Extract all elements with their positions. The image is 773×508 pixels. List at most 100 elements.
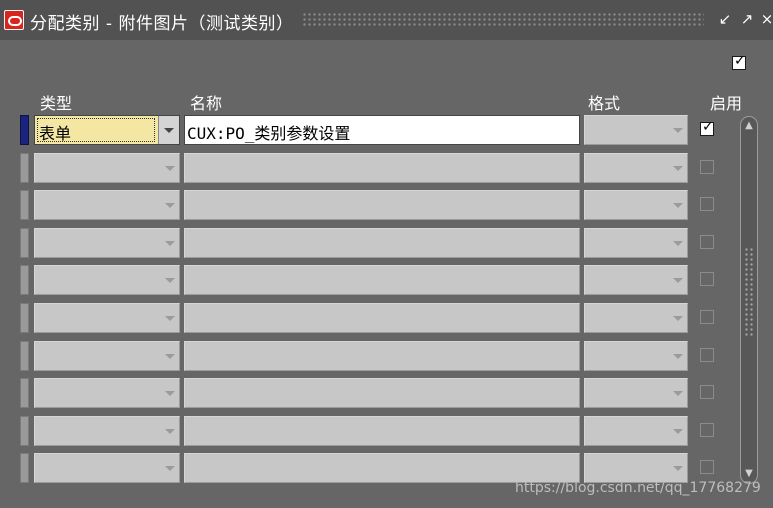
name-input[interactable] [184, 453, 580, 484]
row-indicator[interactable] [20, 303, 29, 333]
title-drag-area[interactable] [302, 12, 704, 26]
name-input[interactable] [184, 152, 580, 183]
table-row [0, 302, 773, 337]
chevron-down-icon [165, 466, 175, 472]
format-select[interactable] [584, 453, 688, 484]
chevron-down-icon [673, 466, 683, 472]
maximize-icon[interactable]: ↗ [738, 10, 756, 28]
row-indicator[interactable] [20, 340, 29, 371]
enabled-checkbox[interactable] [700, 460, 714, 475]
chevron-down-icon [673, 128, 683, 133]
chevron-down-icon [164, 128, 174, 133]
format-select[interactable] [584, 115, 688, 145]
format-select[interactable] [584, 227, 688, 258]
type-select[interactable] [34, 415, 180, 446]
dropdown-button[interactable] [158, 116, 179, 144]
enabled-checkbox[interactable] [700, 347, 714, 362]
type-select[interactable] [34, 265, 180, 296]
row-indicator[interactable] [20, 415, 29, 446]
name-input[interactable] [184, 415, 580, 446]
type-select[interactable] [34, 340, 180, 371]
format-select[interactable] [584, 265, 688, 296]
format-select[interactable] [584, 190, 688, 221]
table-row [0, 152, 773, 187]
vertical-scrollbar[interactable]: ▲ ▼ [740, 116, 758, 484]
check-mark-icon: ✓ [702, 119, 714, 135]
enabled-checkbox[interactable] [700, 422, 714, 437]
window-title: 分配类别 - 附件图片（测试类别） [30, 14, 294, 34]
table-row [0, 227, 773, 262]
chevron-down-icon [165, 316, 175, 321]
column-header-format: 格式 [588, 94, 621, 113]
check-mark-icon: ✓ [734, 53, 746, 69]
chevron-down-icon [165, 203, 175, 209]
minimize-icon[interactable]: ↙ [716, 10, 734, 28]
table-row [0, 377, 773, 412]
format-select[interactable] [584, 378, 688, 409]
oracle-logo-icon [4, 10, 24, 30]
name-input[interactable] [184, 265, 580, 296]
name-input[interactable] [184, 340, 580, 371]
row-indicator[interactable] [20, 265, 29, 296]
format-select[interactable] [584, 415, 688, 446]
enabled-checkbox[interactable]: ✓ [700, 119, 714, 136]
scroll-up-arrow-icon[interactable]: ▲ [742, 119, 756, 133]
type-select[interactable] [34, 378, 180, 409]
chevron-down-icon [673, 391, 683, 397]
chevron-down-icon [673, 278, 683, 284]
name-input[interactable]: CUX:PO_类别参数设置 [184, 115, 580, 145]
column-header-type: 类型 [40, 94, 73, 113]
chevron-down-icon [165, 240, 175, 246]
name-input[interactable] [184, 227, 580, 258]
table-row: 表单 CUX:PO_类别参数设置 ✓ [0, 114, 773, 149]
chevron-down-icon [673, 240, 683, 246]
watermark-text: https://blog.csdn.net/qq_17768279 [515, 480, 761, 496]
row-indicator[interactable] [20, 227, 29, 258]
window-checkbox[interactable]: ✓ [732, 53, 746, 70]
chevron-down-icon [673, 165, 683, 171]
column-header-enabled: 启用 [710, 94, 743, 113]
table-row [0, 189, 773, 224]
row-indicator[interactable] [20, 115, 29, 145]
enabled-checkbox[interactable] [700, 272, 714, 287]
enabled-checkbox[interactable] [700, 310, 714, 324]
enabled-checkbox[interactable] [700, 159, 714, 174]
row-indicator[interactable] [20, 453, 29, 484]
enabled-checkbox[interactable] [700, 385, 714, 400]
type-select[interactable] [34, 453, 180, 484]
name-input[interactable] [184, 190, 580, 221]
column-header-name: 名称 [190, 94, 223, 113]
type-select[interactable] [34, 152, 180, 183]
name-input[interactable] [184, 303, 580, 333]
title-bar: 分配类别 - 附件图片（测试类别） ↙ ↗ × [0, 0, 773, 41]
chevron-down-icon [673, 353, 683, 359]
table-row [0, 264, 773, 299]
chevron-down-icon [673, 428, 683, 434]
enabled-checkbox[interactable] [700, 197, 714, 212]
name-value: CUX:PO_类别参数设置 [187, 124, 351, 143]
enabled-checkbox[interactable] [700, 234, 714, 249]
row-indicator[interactable] [20, 152, 29, 183]
type-select[interactable] [34, 303, 180, 333]
format-select[interactable] [584, 340, 688, 371]
chevron-down-icon [673, 203, 683, 209]
type-select[interactable]: 表单 [34, 115, 180, 145]
chevron-down-icon [165, 165, 175, 171]
format-select[interactable] [584, 152, 688, 183]
chevron-down-icon [165, 353, 175, 359]
table-row [0, 340, 773, 375]
row-indicator[interactable] [20, 378, 29, 409]
close-icon[interactable]: × [758, 10, 773, 28]
scroll-down-arrow-icon[interactable]: ▼ [742, 467, 756, 481]
type-value: 表单 [39, 124, 72, 143]
type-select[interactable] [34, 190, 180, 221]
chevron-down-icon [165, 278, 175, 284]
scroll-thumb-grip[interactable] [744, 247, 754, 337]
format-select[interactable] [584, 303, 688, 333]
type-select[interactable] [34, 227, 180, 258]
name-input[interactable] [184, 378, 580, 409]
chevron-down-icon [165, 428, 175, 434]
chevron-down-icon [673, 316, 683, 321]
row-indicator[interactable] [20, 190, 29, 221]
table-row [0, 415, 773, 450]
